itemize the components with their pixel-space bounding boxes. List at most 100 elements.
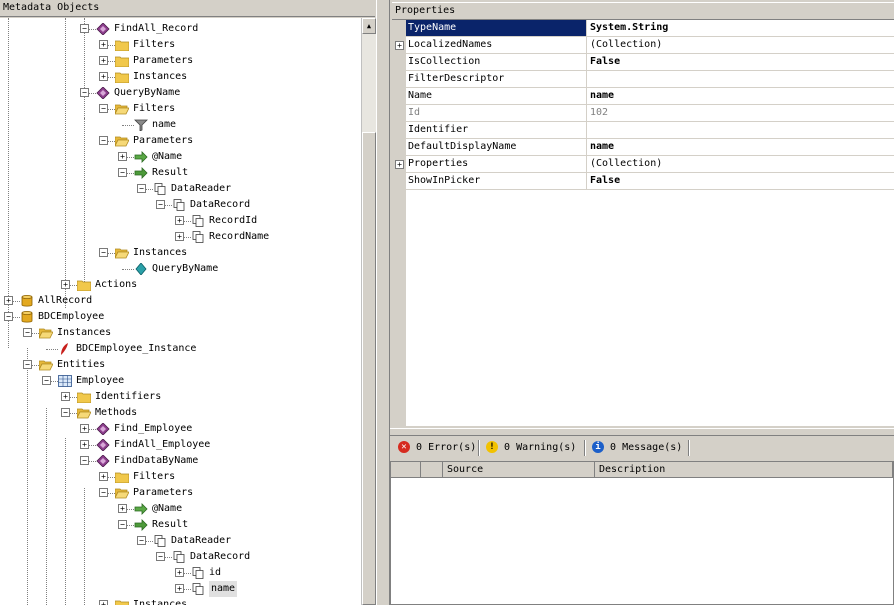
expand-icon[interactable]: + xyxy=(99,56,108,65)
collapse-icon[interactable]: − xyxy=(99,136,108,145)
tree-node[interactable]: BDCEmployee_Instance xyxy=(0,341,360,357)
tree-vertical-scrollbar[interactable]: ▲ xyxy=(361,18,376,605)
property-value[interactable] xyxy=(588,122,590,138)
metadata-tree[interactable]: − FindAll_Record + Filters + Parameters + Insta… xyxy=(0,18,362,605)
collapse-icon[interactable]: − xyxy=(156,200,165,209)
property-row[interactable]: DefaultDisplayName name xyxy=(392,139,894,156)
property-value[interactable]: (Collection) xyxy=(588,37,662,53)
tree-node[interactable]: − Employee xyxy=(0,373,360,389)
collapse-icon[interactable]: − xyxy=(23,360,32,369)
expand-icon[interactable]: + xyxy=(61,280,70,289)
tree-node[interactable]: − DataReader xyxy=(0,181,360,197)
property-value[interactable]: (Collection) xyxy=(588,156,662,172)
horizontal-splitter[interactable] xyxy=(390,428,894,436)
tree-node[interactable]: + Find_Employee xyxy=(0,421,360,437)
collapse-icon[interactable]: − xyxy=(61,408,70,417)
warnings-toggle[interactable]: ! 0 Warning(s) xyxy=(486,440,576,456)
collapse-icon[interactable]: − xyxy=(99,248,108,257)
tree-node[interactable]: + @Name xyxy=(0,149,360,165)
tree-node[interactable]: − Result xyxy=(0,517,360,533)
property-row[interactable]: + LocalizedNames (Collection) xyxy=(392,37,894,54)
tree-node[interactable]: − Methods xyxy=(0,405,360,421)
collapse-icon[interactable]: − xyxy=(156,552,165,561)
tree-node[interactable]: − BDCEmployee xyxy=(0,309,360,325)
tree-node[interactable]: + Filters xyxy=(0,37,360,53)
collapse-icon[interactable]: − xyxy=(80,456,89,465)
property-value[interactable] xyxy=(588,71,590,87)
collapse-icon[interactable]: − xyxy=(99,104,108,113)
description-column-header[interactable]: Description xyxy=(595,462,893,478)
tree-node[interactable]: − Entities xyxy=(0,357,360,373)
collapse-icon[interactable]: − xyxy=(118,168,127,177)
expand-icon[interactable]: + xyxy=(99,600,108,605)
tree-node[interactable]: + AllRecord xyxy=(0,293,360,309)
messages-toggle[interactable]: i 0 Message(s) xyxy=(592,440,682,456)
property-row[interactable]: FilterDescriptor xyxy=(392,71,894,88)
tree-node[interactable]: − Filters xyxy=(0,101,360,117)
tree-node[interactable]: + RecordName xyxy=(0,229,360,245)
property-row[interactable]: Name name xyxy=(392,88,894,105)
expand-icon[interactable]: + xyxy=(118,504,127,513)
tree-node[interactable]: − Parameters xyxy=(0,133,360,149)
property-row[interactable]: + Properties (Collection) xyxy=(392,156,894,173)
expand-icon[interactable]: + xyxy=(395,160,404,169)
errors-toggle[interactable]: ✕ 0 Error(s) xyxy=(398,440,476,456)
property-row[interactable]: Id 102 xyxy=(392,105,894,122)
expand-icon[interactable]: + xyxy=(175,216,184,225)
tree-node[interactable]: + FindAll_Employee xyxy=(0,437,360,453)
tree-node[interactable]: + Identifiers xyxy=(0,389,360,405)
expand-icon[interactable]: + xyxy=(175,568,184,577)
panel-splitter[interactable] xyxy=(376,0,390,605)
expand-icon[interactable]: + xyxy=(175,584,184,593)
expand-icon[interactable]: + xyxy=(99,72,108,81)
tree-node[interactable]: QueryByName xyxy=(0,261,360,277)
property-value[interactable]: name xyxy=(588,139,614,155)
tree-node[interactable]: + id xyxy=(0,565,360,581)
source-column-header[interactable]: Source xyxy=(443,462,595,478)
expand-icon[interactable]: + xyxy=(395,41,404,50)
expand-icon[interactable]: + xyxy=(175,232,184,241)
tree-node[interactable]: − FindAll_Record xyxy=(0,21,360,37)
tree-node[interactable]: + name xyxy=(0,581,360,597)
property-value[interactable]: name xyxy=(588,88,614,104)
expand-icon[interactable]: + xyxy=(80,440,89,449)
scroll-thumb[interactable] xyxy=(362,132,376,605)
tree-node[interactable]: − FindDataByName xyxy=(0,453,360,469)
error-list-grid[interactable]: Source Description xyxy=(390,461,894,605)
tree-node[interactable]: − Result xyxy=(0,165,360,181)
tree-node[interactable]: − DataRecord xyxy=(0,197,360,213)
collapse-icon[interactable]: − xyxy=(23,328,32,337)
tree-node[interactable]: + @Name xyxy=(0,501,360,517)
collapse-icon[interactable]: − xyxy=(42,376,51,385)
collapse-icon[interactable]: − xyxy=(99,488,108,497)
tree-node[interactable]: + Parameters xyxy=(0,53,360,69)
tree-node[interactable]: − DataReader xyxy=(0,533,360,549)
property-row[interactable]: TypeName System.String xyxy=(392,20,894,37)
property-row[interactable]: IsCollection False xyxy=(392,54,894,71)
collapse-icon[interactable]: − xyxy=(80,88,89,97)
expand-icon[interactable]: + xyxy=(4,296,13,305)
expand-icon[interactable]: + xyxy=(99,472,108,481)
collapse-icon[interactable]: − xyxy=(137,184,146,193)
tree-node[interactable]: − DataRecord xyxy=(0,549,360,565)
collapse-icon[interactable]: − xyxy=(118,520,127,529)
collapse-icon[interactable]: − xyxy=(80,24,89,33)
tree-node[interactable]: − Instances xyxy=(0,325,360,341)
tree-node[interactable]: + Actions xyxy=(0,277,360,293)
property-value[interactable]: System.String xyxy=(588,20,668,36)
expand-icon[interactable]: + xyxy=(61,392,70,401)
tree-node[interactable]: − Parameters xyxy=(0,485,360,501)
property-row[interactable]: ShowInPicker False xyxy=(392,173,894,190)
tree-node[interactable]: name xyxy=(0,117,360,133)
expand-icon[interactable]: + xyxy=(80,424,89,433)
collapse-icon[interactable]: − xyxy=(137,536,146,545)
tree-node[interactable]: + Instances xyxy=(0,597,360,605)
property-grid[interactable]: TypeName System.String + LocalizedNames (Col… xyxy=(392,20,894,426)
property-value[interactable]: 102 xyxy=(588,105,608,121)
tree-node[interactable]: − Instances xyxy=(0,245,360,261)
tree-node[interactable]: + Instances xyxy=(0,69,360,85)
expand-icon[interactable]: + xyxy=(118,152,127,161)
property-value[interactable]: False xyxy=(588,173,620,189)
tree-node[interactable]: − QueryByName xyxy=(0,85,360,101)
property-value[interactable]: False xyxy=(588,54,620,70)
